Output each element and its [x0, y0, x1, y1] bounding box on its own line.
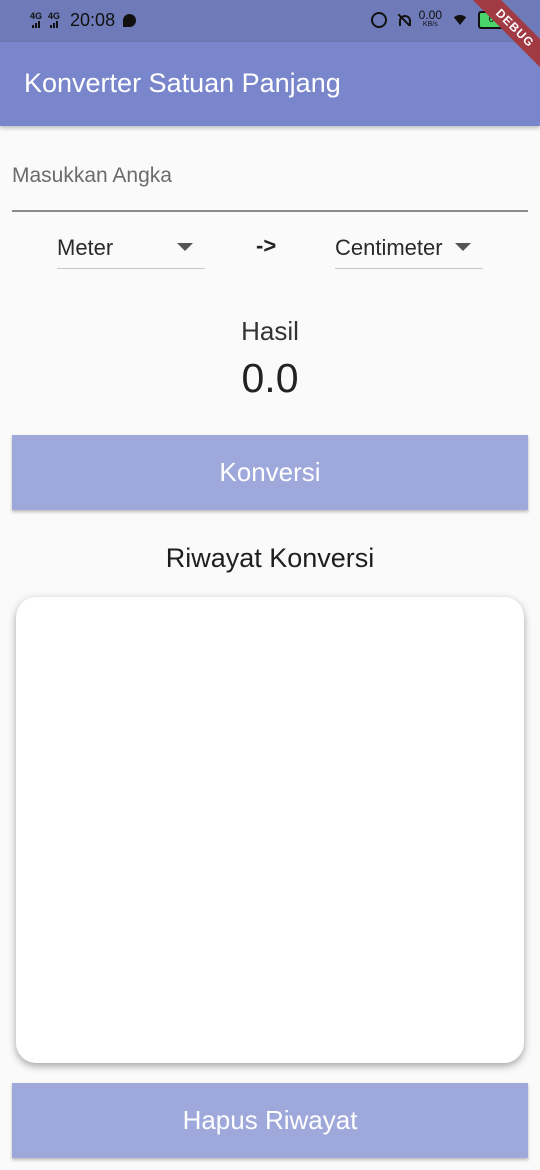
result-value: 0.0 — [241, 355, 299, 401]
to-unit-dropdown[interactable]: Centimeter — [335, 228, 483, 269]
caret-down-icon — [177, 243, 193, 251]
network-speed: 0.00 KB/s — [418, 8, 442, 30]
result-label: Hasil — [241, 316, 299, 346]
alarm-icon — [370, 12, 387, 28]
number-input-container — [12, 150, 528, 212]
network-type-2: 4G — [48, 11, 61, 21]
caret-down-icon — [455, 243, 471, 251]
network-speed-value: 0.00 — [418, 8, 442, 22]
wifi-icon — [452, 15, 468, 25]
conversion-arrow: -> — [256, 233, 277, 258]
convert-button[interactable]: Konversi — [12, 435, 528, 510]
status-time: 20:08 — [70, 9, 116, 30]
from-unit-value: Meter — [57, 235, 114, 260]
muted-bell-icon — [397, 14, 411, 26]
number-input[interactable] — [12, 158, 528, 194]
from-unit-dropdown[interactable]: Meter — [57, 228, 205, 269]
history-list[interactable] — [16, 597, 524, 1063]
status-bar: 4G 4G 20:08 0.00 KB/s 68 — [0, 0, 540, 42]
app-bar: Konverter Satuan Panjang — [0, 42, 540, 126]
clear-history-button[interactable]: Hapus Riwayat — [12, 1083, 528, 1158]
status-bar-left: 4G 4G 20:08 — [30, 9, 137, 31]
to-unit-value: Centimeter — [335, 235, 443, 260]
app-title: Konverter Satuan Panjang — [24, 68, 341, 98]
history-title: Riwayat Konversi — [165, 543, 375, 573]
network-speed-unit: KB/s — [422, 21, 438, 28]
signal-icon-2: 4G — [48, 12, 60, 28]
leaf-icon — [123, 13, 137, 27]
signal-icon-1: 4G — [30, 12, 42, 28]
network-type-1: 4G — [30, 11, 43, 21]
